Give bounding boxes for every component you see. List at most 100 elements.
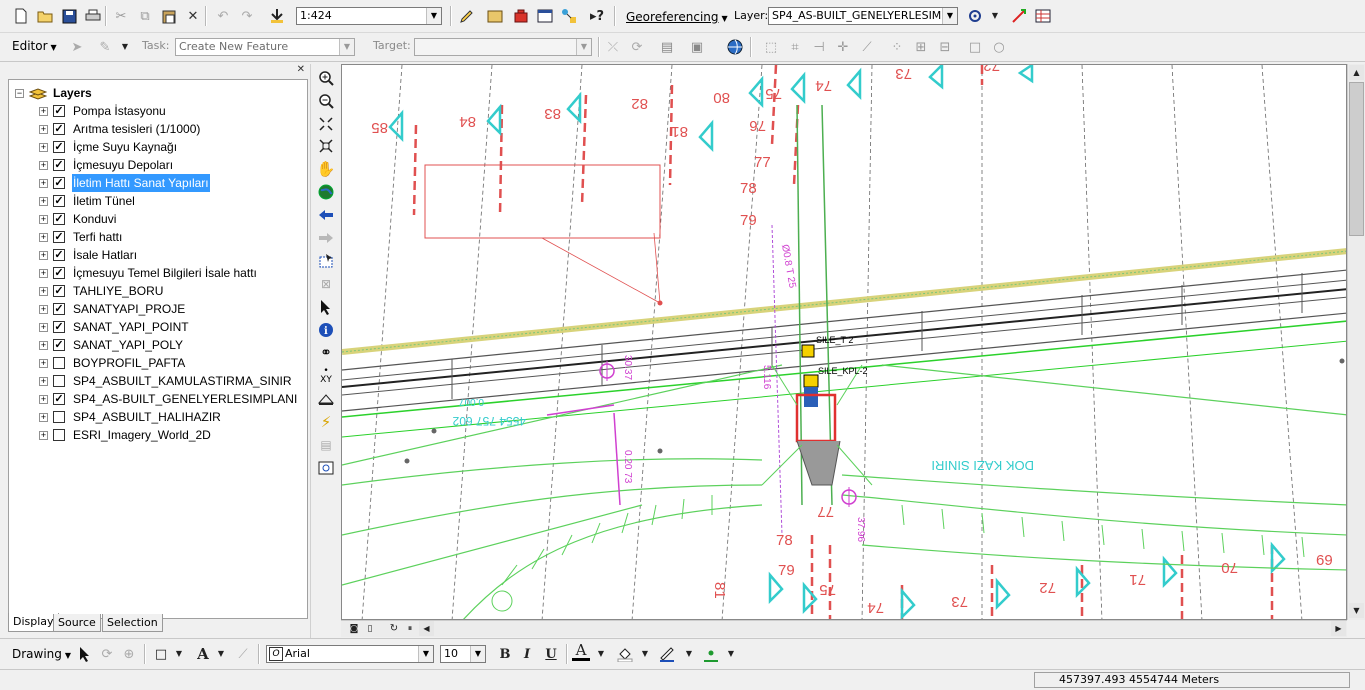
- split-tool-icon[interactable]: ⤫: [604, 38, 622, 56]
- georef-layer-dropdown[interactable]: SP4_AS-BUILT_GENELYERLESIM ▼: [768, 7, 958, 25]
- select-elements-icon[interactable]: [76, 645, 94, 663]
- expand-icon[interactable]: +: [39, 107, 48, 116]
- tab-source[interactable]: Source: [53, 614, 101, 632]
- scroll-down-icon[interactable]: ▼: [1349, 603, 1364, 618]
- map-canvas[interactable]: 85 84 83 82 81 80 76 75 74 73 72 77 78 7…: [342, 65, 1347, 620]
- expand-icon[interactable]: +: [39, 377, 48, 386]
- expand-icon[interactable]: +: [39, 269, 48, 278]
- expand-icon[interactable]: +: [39, 359, 48, 368]
- zoom-out-icon[interactable]: [316, 91, 336, 111]
- chevron-down-icon[interactable]: ▼: [212, 645, 230, 663]
- go-forward-arrow-icon[interactable]: [316, 228, 336, 248]
- expand-icon[interactable]: +: [39, 341, 48, 350]
- chevron-down-icon[interactable]: ▼: [470, 646, 485, 662]
- layer-checkbox[interactable]: ✓: [53, 303, 65, 315]
- paste-icon[interactable]: [160, 7, 178, 25]
- topology-edit-icon[interactable]: ⊟: [936, 38, 954, 56]
- layer-checkbox[interactable]: ✓: [53, 231, 65, 243]
- new-text-icon[interactable]: A: [194, 645, 212, 663]
- bold-button[interactable]: B: [496, 645, 514, 663]
- hyperlink-lightning-icon[interactable]: ⚡: [316, 412, 336, 432]
- expand-icon[interactable]: +: [39, 251, 48, 260]
- chevron-down-icon[interactable]: ▼: [722, 645, 740, 663]
- layer-checkbox[interactable]: ✓: [53, 393, 65, 405]
- chevron-down-icon[interactable]: ▼: [116, 38, 134, 56]
- editor-toolbar-icon[interactable]: [458, 7, 476, 25]
- select-features-icon[interactable]: [316, 251, 336, 271]
- pause-drawing-icon[interactable]: ⏸: [401, 620, 419, 638]
- expand-icon[interactable]: +: [39, 215, 48, 224]
- trace-tool-icon[interactable]: ⬚: [762, 38, 780, 56]
- chevron-down-icon[interactable]: ▼: [636, 645, 654, 663]
- chevron-down-icon[interactable]: ▼: [942, 8, 957, 24]
- select-elements-arrow-icon[interactable]: [316, 297, 336, 317]
- layer-checkbox[interactable]: ✓: [53, 105, 65, 117]
- add-data-icon[interactable]: [268, 7, 286, 25]
- pan-hand-icon[interactable]: ✋: [316, 159, 336, 179]
- layer-checkbox[interactable]: ✓: [53, 339, 65, 351]
- rotate-icon[interactable]: [966, 7, 984, 25]
- font-name-dropdown[interactable]: O Arial ▼: [266, 645, 434, 663]
- expand-icon[interactable]: +: [39, 143, 48, 152]
- close-icon[interactable]: ✕: [297, 64, 305, 76]
- zoom-in-icon[interactable]: [316, 68, 336, 88]
- go-to-xy-icon[interactable]: • XY: [316, 366, 336, 386]
- expand-icon[interactable]: +: [39, 305, 48, 314]
- cut-icon[interactable]: ✂: [112, 7, 130, 25]
- layer-checkbox[interactable]: [53, 357, 65, 369]
- layer-checkbox[interactable]: ✓: [53, 141, 65, 153]
- tab-selection[interactable]: Selection: [102, 614, 163, 632]
- attributes-icon[interactable]: ▤: [658, 38, 676, 56]
- layer-checkbox[interactable]: ✓: [53, 177, 65, 189]
- rotate-element-icon[interactable]: ⟳: [98, 645, 116, 663]
- topology-icon[interactable]: ⁘: [888, 38, 906, 56]
- font-color-icon[interactable]: A: [572, 643, 590, 661]
- find-binoculars-icon[interactable]: ⚭: [316, 343, 336, 363]
- expand-icon[interactable]: +: [39, 125, 48, 134]
- rotate-tool-icon[interactable]: ⟳: [628, 38, 646, 56]
- html-popup-icon[interactable]: ▤: [316, 435, 336, 455]
- fixed-zoom-out-icon[interactable]: [316, 136, 336, 156]
- map-vertical-scrollbar[interactable]: ▲ ▼: [1347, 64, 1365, 620]
- layer-checkbox[interactable]: ✓: [53, 123, 65, 135]
- layer-checkbox[interactable]: ✓: [53, 195, 65, 207]
- full-extent-globe-icon[interactable]: [316, 182, 336, 202]
- shared-edge-icon[interactable]: ⊞: [912, 38, 930, 56]
- scroll-left-icon[interactable]: ◀: [419, 621, 434, 636]
- chevron-down-icon[interactable]: ▼: [680, 645, 698, 663]
- new-document-icon[interactable]: [12, 7, 30, 25]
- scroll-right-icon[interactable]: ▶: [1331, 621, 1346, 636]
- rectangle-icon[interactable]: □: [152, 645, 170, 663]
- layer-checkbox[interactable]: [53, 375, 65, 387]
- extend-icon[interactable]: ⊣: [810, 38, 828, 56]
- open-folder-icon[interactable]: [36, 7, 54, 25]
- save-icon[interactable]: [60, 7, 78, 25]
- expand-icon[interactable]: +: [39, 197, 48, 206]
- collapse-icon[interactable]: −: [15, 89, 24, 98]
- tab-display[interactable]: Display: [8, 613, 59, 632]
- circle-select-icon[interactable]: ○: [990, 38, 1008, 56]
- print-icon[interactable]: [84, 7, 102, 25]
- chevron-down-icon[interactable]: ▼: [576, 39, 591, 55]
- command-line-icon[interactable]: [536, 7, 554, 25]
- vertex-add-icon[interactable]: ✛: [834, 38, 852, 56]
- expand-icon[interactable]: +: [39, 161, 48, 170]
- zoom-to-elements-icon[interactable]: ⊕: [120, 645, 138, 663]
- expand-icon[interactable]: +: [39, 413, 48, 422]
- layer-checkbox[interactable]: ✓: [53, 267, 65, 279]
- layer-checkbox[interactable]: ✓: [53, 285, 65, 297]
- target-dropdown[interactable]: ▼: [414, 38, 592, 56]
- georeferencing-menu[interactable]: Georeferencing ▼: [626, 8, 728, 28]
- chevron-down-icon[interactable]: ▼: [426, 8, 441, 24]
- scroll-thumb[interactable]: [1349, 82, 1364, 236]
- arccatalog-icon[interactable]: [486, 7, 504, 25]
- map-view[interactable]: 85 84 83 82 81 80 76 75 74 73 72 77 78 7…: [341, 64, 1347, 620]
- expand-icon[interactable]: +: [39, 431, 48, 440]
- edit-vertices-icon[interactable]: ⟋: [234, 645, 252, 663]
- scroll-up-icon[interactable]: ▲: [1349, 65, 1364, 80]
- chevron-down-icon[interactable]: ▼: [170, 645, 188, 663]
- identify-icon[interactable]: i: [316, 320, 336, 340]
- expand-icon[interactable]: +: [39, 233, 48, 242]
- chevron-down-icon[interactable]: ▼: [986, 7, 1004, 25]
- whats-this-icon[interactable]: ▸?: [588, 7, 606, 25]
